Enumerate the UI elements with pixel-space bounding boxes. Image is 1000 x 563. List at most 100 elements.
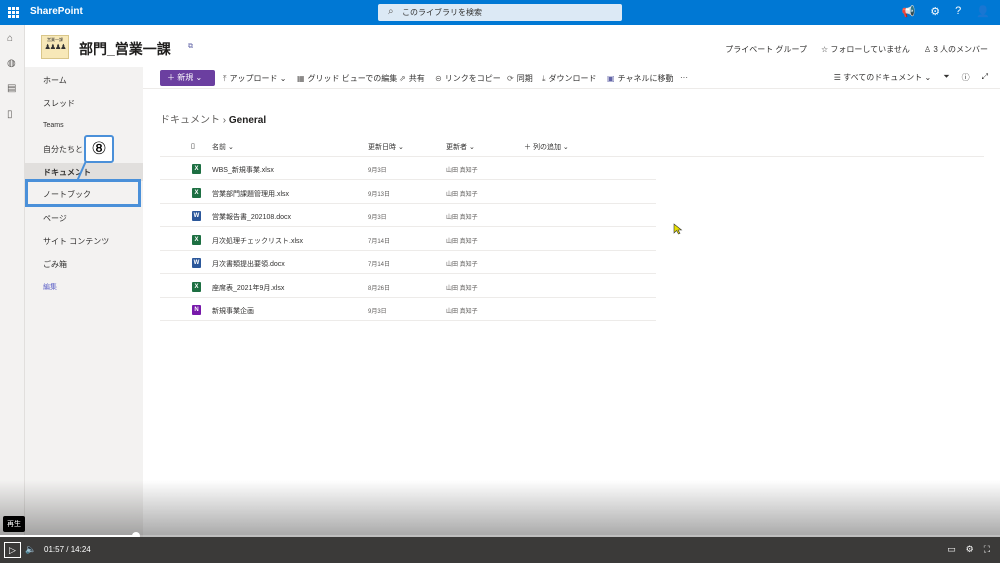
captions-icon[interactable]: ▭ [947, 544, 956, 555]
user-icon[interactable]: 👤 [976, 5, 990, 18]
file-modified-by[interactable]: 山田 真知子 [446, 283, 478, 292]
members-label: 3 人のメンバー [933, 45, 988, 54]
column-header-name[interactable]: 名前 ⌄ [212, 142, 234, 152]
download-label: ダウンロード [548, 74, 597, 83]
help-icon[interactable]: ? [955, 5, 961, 18]
file-modified: 7月14日 [368, 262, 391, 268]
nav-item-threads[interactable]: スレッド [43, 98, 75, 109]
volume-icon[interactable]: 🔈 [25, 544, 36, 555]
column-modified-label: 更新日時 [368, 144, 396, 151]
file-modified-by[interactable]: 山田 真知子 [446, 189, 478, 198]
megaphone-icon[interactable]: 📢 [902, 5, 916, 18]
file-xlsx-icon: X [192, 234, 201, 245]
nav-item-pages[interactable]: ページ [43, 213, 67, 224]
expand-icon[interactable]: ⤢ [982, 72, 988, 83]
file-icon[interactable]: ▯ [7, 109, 13, 120]
grid-icon: ▦ [297, 74, 305, 83]
nav-edit-link[interactable]: 編集 [43, 282, 57, 292]
file-modified-by[interactable]: 山田 真知子 [446, 306, 478, 315]
site-logo[interactable]: 営業一課 ♟♟♟♟ [41, 35, 69, 59]
breadcrumb-current: General [228, 115, 267, 126]
file-name[interactable]: 月次書類提出要領.docx [212, 259, 285, 269]
fullscreen-icon[interactable]: ⛶ [984, 544, 990, 555]
file-docx-icon: W [192, 211, 201, 221]
nav-item-documents[interactable]: ドキュメント [43, 167, 91, 178]
globe-icon[interactable]: ◍ [7, 58, 16, 69]
members-button[interactable]: ♙ 3 人のメンバー [924, 44, 988, 55]
gear-icon[interactable]: ⚙ [930, 5, 940, 18]
site-header: 営業一課 ♟♟♟♟ 部門_営業一課 ⧉ プライベート グループ ☆ フォローして… [25, 25, 1000, 67]
file-modified-by[interactable]: 山田 真知子 [446, 212, 478, 221]
column-header-modified-by[interactable]: 更新者 ⌄ [446, 142, 475, 152]
command-bar: ＋ 新規 ⌄ ⤒ アップロード ⌄ ▦ グリッド ビューでの編集 ⇗ 共有 ⊝ リンクを… [143, 67, 1000, 89]
filter-icon[interactable]: ⏷ [943, 72, 949, 83]
site-navigation: ホーム スレッド Teams 自分たちと ドキュメント ノートブック ページ サ… [25, 67, 143, 537]
nav-item-ourselves[interactable]: 自分たちと [43, 144, 83, 155]
new-label: 新規 [177, 73, 194, 82]
file-modified: 7月14日 [368, 238, 391, 245]
app-bar: ⌂ ◍ ▤ ▯ [0, 25, 25, 537]
play-icon: ▷ [9, 545, 16, 555]
share-button[interactable]: ⇗ 共有 [399, 73, 425, 84]
file-name[interactable]: 新規事業企画 [212, 306, 254, 316]
site-title[interactable]: 部門_営業一課 [79, 39, 171, 59]
sync-icon: ⟳ [507, 74, 514, 83]
upload-button[interactable]: ⤒ アップロード ⌄ [223, 73, 286, 84]
info-icon[interactable]: ⓘ [962, 72, 970, 83]
breadcrumb: ドキュメント › General [160, 111, 266, 126]
file-name[interactable]: 月次処理チェックリスト.xlsx [212, 236, 303, 246]
move-channel-button[interactable]: ▣ チャネルに移動 [607, 73, 673, 84]
follow-button[interactable]: ☆ フォローしていません [821, 44, 910, 55]
add-column-label: 列の追加 [532, 144, 561, 151]
table-row[interactable]: N 新規事業企画 9月3日 山田 真知子 [160, 298, 656, 321]
file-name[interactable]: 座席表_2021年9月.xlsx [212, 283, 284, 293]
nav-item-site-contents[interactable]: サイト コンテンツ [43, 236, 109, 247]
play-tooltip: 再生 [3, 516, 25, 532]
view-label: すべてのドキュメント [843, 73, 923, 82]
breadcrumb-parent[interactable]: ドキュメント [160, 115, 220, 126]
more-button[interactable]: ··· [680, 73, 688, 82]
table-row[interactable]: X WBS_新規事業.xlsx 9月3日 山田 真知子 [160, 157, 656, 180]
settings-icon[interactable]: ⚙ [966, 544, 974, 555]
table-row[interactable]: X 座席表_2021年9月.xlsx 8月26日 山田 真知子 [160, 275, 656, 298]
current-time: 01:57 [44, 545, 65, 554]
app-launcher-icon[interactable] [8, 7, 19, 18]
nav-item-recycle-bin[interactable]: ごみ箱 [43, 259, 67, 270]
download-icon: ⤓ [542, 74, 546, 83]
column-name-label: 名前 [212, 144, 226, 151]
search-box[interactable]: ⌕ このライブラリを検索 [378, 4, 622, 21]
news-icon[interactable]: ▤ [7, 83, 16, 94]
play-button[interactable]: ▷ [4, 542, 21, 558]
sync-button[interactable]: ⟳ 同期 [507, 73, 533, 84]
add-column-button[interactable]: ＋ 列の追加 ⌄ [524, 142, 569, 152]
home-icon[interactable]: ⌂ [7, 33, 13, 44]
file-type-column-icon[interactable]: ▯ [191, 142, 195, 150]
nav-item-teams[interactable]: Teams [43, 122, 64, 129]
table-row[interactable]: X 月次処理チェックリスト.xlsx 7月14日 山田 真知子 [160, 228, 656, 251]
grid-edit-button[interactable]: ▦ グリッド ビューでの編集 [297, 73, 397, 84]
file-modified: 8月26日 [368, 285, 391, 292]
header-actions: 📢 ⚙ ? 👤 [902, 5, 990, 18]
file-modified-by[interactable]: 山田 真知子 [446, 236, 478, 245]
file-name[interactable]: WBS_新規事業.xlsx [212, 165, 274, 175]
people-icon: ♟♟♟♟ [44, 44, 66, 51]
table-row[interactable]: W 営業報告書_202108.docx 9月3日 山田 真知子 [160, 204, 656, 227]
column-header-modified[interactable]: 更新日時 ⌄ [368, 142, 404, 152]
file-modified-by[interactable]: 山田 真知子 [446, 165, 478, 174]
table-row[interactable]: X 営業部門課題管理用.xlsx 9月13日 山田 真知子 [160, 181, 656, 204]
copy-link-button[interactable]: ⊝ リンクをコピー [435, 73, 501, 84]
view-selector[interactable]: ☰ すべてのドキュメント ⌄ [834, 72, 931, 83]
table-row[interactable]: W 月次書類提出要領.docx 7月14日 山田 真知子 [160, 251, 656, 274]
grid-edit-label: グリッド ビューでの編集 [307, 74, 398, 83]
upload-label: アップロード [229, 74, 278, 83]
file-modified-by[interactable]: 山田 真知子 [446, 259, 478, 268]
file-modified: 9月13日 [368, 191, 391, 198]
brand-name[interactable]: SharePoint [30, 6, 83, 17]
download-button[interactable]: ⤓ ダウンロード [542, 73, 597, 84]
file-name[interactable]: 営業部門課題管理用.xlsx [212, 189, 289, 199]
file-name[interactable]: 営業報告書_202108.docx [212, 212, 291, 222]
nav-item-home[interactable]: ホーム [43, 75, 67, 86]
file-modified: 9月3日 [368, 168, 387, 174]
new-button[interactable]: ＋ 新規 ⌄ [160, 70, 215, 86]
file-xlsx-icon: X [192, 187, 201, 198]
